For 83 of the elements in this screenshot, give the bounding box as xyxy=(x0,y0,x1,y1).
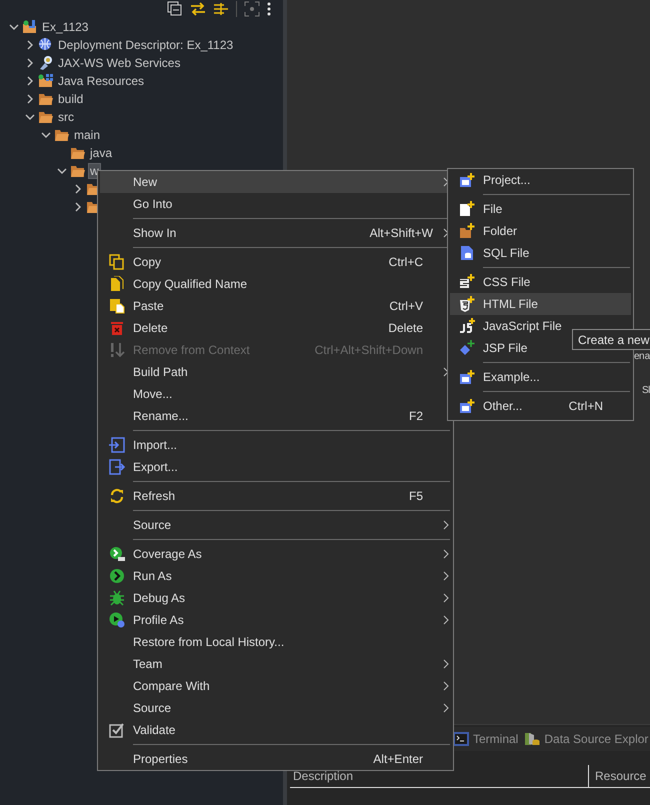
exclamation-arrow-icon xyxy=(108,342,124,358)
folder-icon xyxy=(70,145,86,161)
more-options-icon[interactable] xyxy=(267,1,271,17)
menu-item[interactable]: Coverage As xyxy=(100,543,451,565)
menu-item[interactable]: Refresh F5 xyxy=(100,485,451,507)
menu-item[interactable]: Paste Ctrl+V xyxy=(100,295,451,317)
tree-item-label[interactable]: Ex_1123 xyxy=(41,20,90,34)
folder-icon xyxy=(38,91,54,107)
menu-item[interactable]: Debug As xyxy=(100,587,451,609)
menu-item[interactable]: Go Into xyxy=(100,193,451,215)
editor-text: Sl xyxy=(642,385,650,397)
menu-item[interactable]: Source xyxy=(100,697,451,719)
database-file-icon xyxy=(458,245,474,261)
menu-item[interactable]: File xyxy=(450,198,631,220)
new-folder-icon xyxy=(458,223,474,239)
menu-item[interactable]: Validate xyxy=(100,719,451,741)
menu-item[interactable]: Folder xyxy=(450,220,631,242)
menu-item[interactable]: Run As xyxy=(100,565,451,587)
menu-item[interactable]: Export... xyxy=(100,456,451,478)
terminal-icon xyxy=(453,731,469,747)
panel-tab[interactable]: Terminal xyxy=(453,731,518,747)
new-example-icon xyxy=(458,369,474,385)
menu-item[interactable]: Compare With xyxy=(100,675,451,697)
bug-icon xyxy=(108,590,124,606)
tree-item-label[interactable]: main xyxy=(73,128,102,142)
menu-item[interactable]: Example... xyxy=(450,366,631,388)
tree-item-label[interactable]: build xyxy=(57,92,84,106)
menu-item[interactable]: Properties Alt+Enter xyxy=(100,748,451,770)
menu-item[interactable]: CSS File xyxy=(450,271,631,293)
panel-tab[interactable]: Data Source Explor xyxy=(524,731,648,747)
folder-icon xyxy=(38,109,54,125)
menu-item[interactable]: Move... xyxy=(100,383,451,405)
refresh-icon xyxy=(108,488,124,504)
menu-item[interactable]: Build Path xyxy=(100,361,451,383)
filter-arrows-icon xyxy=(213,1,229,17)
data-source-icon xyxy=(524,731,540,747)
profile-icon xyxy=(108,612,124,628)
new-css-icon xyxy=(458,274,474,290)
checkbox-icon xyxy=(108,722,124,738)
menu-item[interactable]: Other... Ctrl+N xyxy=(450,395,631,417)
tree-item-label[interactable]: src xyxy=(57,110,75,124)
trash-icon xyxy=(108,320,124,336)
menu-item[interactable]: Rename... F2 xyxy=(100,405,451,427)
menu-item[interactable]: SQL File xyxy=(450,242,631,264)
menu-item[interactable]: HTML File xyxy=(450,293,631,315)
coverage-icon xyxy=(108,546,124,562)
new-js-icon xyxy=(458,318,474,334)
menu-item[interactable]: Show In Alt+Shift+W xyxy=(100,222,451,244)
paste-icon xyxy=(108,298,124,314)
menu-item[interactable]: Copy Qualified Name xyxy=(100,273,451,295)
menu-item[interactable]: Restore from Local History... xyxy=(100,631,451,653)
diamond-plus-icon xyxy=(458,340,474,356)
new-html-icon xyxy=(458,296,474,312)
tree-item-label[interactable]: Java Resources xyxy=(57,74,146,88)
menu-item[interactable]: Profile As xyxy=(100,609,451,631)
editor-text: en a xyxy=(634,351,650,363)
new-wizard-icon xyxy=(458,398,474,414)
menu-item[interactable]: Team xyxy=(100,653,451,675)
swap-arrows-icon xyxy=(190,1,206,17)
menu-item[interactable]: Import... xyxy=(100,434,451,456)
globe-icon xyxy=(38,37,54,53)
folder-icon xyxy=(70,163,86,179)
focus-icon xyxy=(244,1,260,17)
menu-item[interactable]: Source xyxy=(100,514,451,536)
tree-item-label[interactable]: JAX-WS Web Services xyxy=(57,56,182,70)
menu-item[interactable]: Copy Ctrl+C xyxy=(100,251,451,273)
menu-item[interactable]: Delete Delete xyxy=(100,317,451,339)
column-header[interactable]: Resource xyxy=(588,765,650,787)
new-project-icon xyxy=(458,172,474,188)
tree-item-label[interactable]: Deployment Descriptor: Ex_1123 xyxy=(57,38,234,52)
tooltip: Create a new xyxy=(572,329,650,350)
document-icon xyxy=(108,276,124,292)
project-folder-icon xyxy=(22,19,38,35)
copy-icon xyxy=(108,254,124,270)
run-icon xyxy=(108,568,124,584)
new-file-icon xyxy=(458,201,474,217)
menu-item[interactable]: Project... xyxy=(450,169,631,191)
resources-folder-icon xyxy=(38,73,54,89)
tree-item-label[interactable]: java xyxy=(89,146,114,160)
export-icon xyxy=(108,459,124,475)
web-services-icon xyxy=(38,55,54,71)
folder-icon xyxy=(54,127,70,143)
import-icon xyxy=(108,437,124,453)
